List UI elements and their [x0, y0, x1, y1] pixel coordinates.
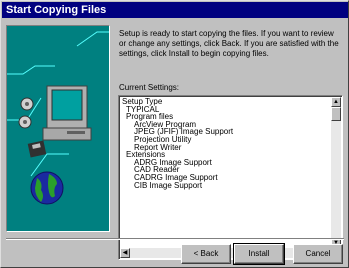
- arrow-up-icon: ▲: [333, 99, 339, 105]
- title-bar[interactable]: Start Copying Files: [2, 2, 348, 18]
- back-button[interactable]: < Back: [181, 244, 231, 264]
- cancel-button-label: Cancel: [305, 249, 331, 258]
- scroll-up-button[interactable]: ▲: [331, 97, 341, 107]
- scroll-thumb[interactable]: [331, 107, 341, 121]
- vertical-scrollbar[interactable]: ▲ ▼: [331, 97, 341, 248]
- intro-text: Setup is ready to start copying the file…: [119, 29, 339, 58]
- setup-illustration: [6, 25, 110, 232]
- arrow-left-icon: ◀: [122, 250, 128, 256]
- scroll-left-button[interactable]: ◀: [120, 248, 130, 258]
- settings-list: Setup Type TYPICAL Program files ArcView…: [122, 98, 322, 189]
- install-button-label: Install: [248, 249, 270, 258]
- list-item: CIB Image Support: [134, 180, 203, 190]
- current-settings-label: Current Settings:: [119, 83, 180, 92]
- back-button-label: < Back: [193, 249, 219, 258]
- install-button[interactable]: Install: [233, 243, 285, 265]
- current-settings-listbox[interactable]: Setup Type TYPICAL Program files ArcView…: [118, 95, 343, 260]
- cancel-button[interactable]: Cancel: [293, 244, 343, 264]
- computer-illustration-icon: [7, 26, 109, 231]
- setup-dialog: Start Copying Files Setup is ready to st…: [0, 0, 349, 268]
- divider: [6, 238, 344, 240]
- window-title: Start Copying Files: [6, 4, 107, 16]
